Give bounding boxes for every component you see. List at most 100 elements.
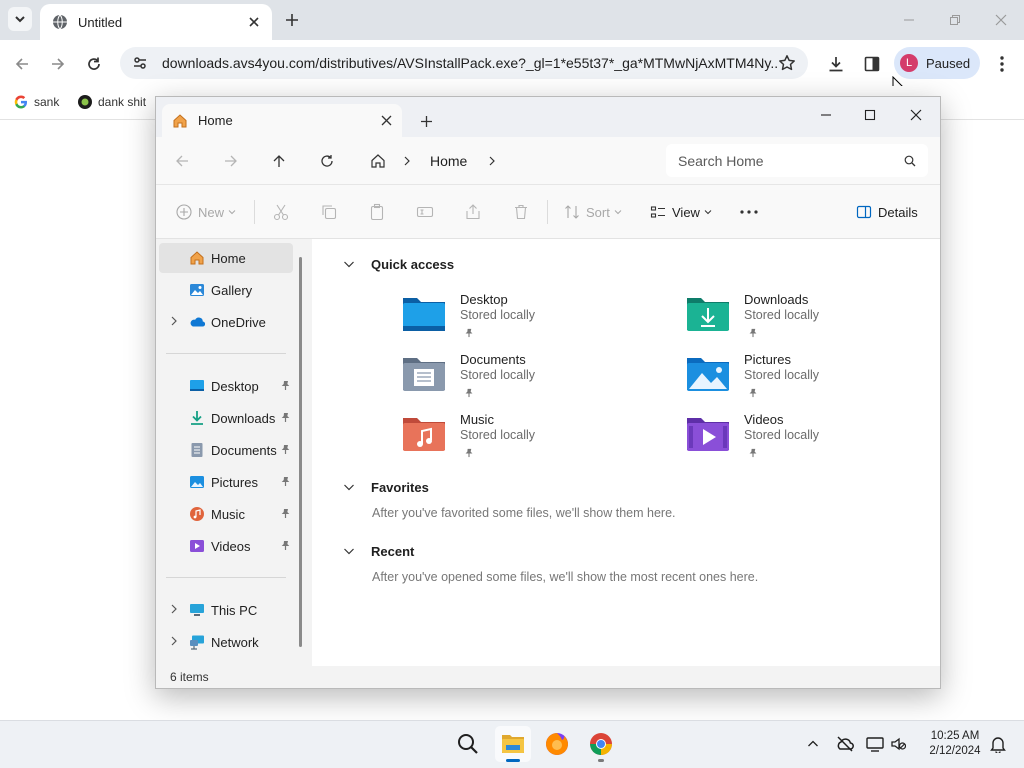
downloads-button[interactable] (822, 50, 850, 78)
section-title: Recent (371, 543, 415, 559)
command-bar: New Sort View Details (156, 185, 940, 239)
chevron-right-icon[interactable] (169, 316, 179, 326)
explorer-forward-button[interactable] (219, 149, 243, 173)
explorer-minimize-button[interactable] (804, 101, 848, 129)
sidebar-item-desktop[interactable]: Desktop (159, 371, 293, 401)
sidebar-scrollbar[interactable] (299, 257, 302, 647)
sidebar-item-downloads[interactable]: Downloads (159, 403, 293, 433)
taskbar-search-button[interactable] (450, 726, 486, 762)
arrow-left-icon (15, 58, 28, 70)
breadcrumb-item[interactable]: Home (430, 153, 467, 169)
item-name: Music (460, 412, 494, 427)
new-button[interactable]: New (176, 200, 236, 224)
paste-button[interactable] (368, 200, 386, 224)
favorites-header[interactable]: Favorites (343, 477, 429, 497)
more-options-button[interactable] (740, 200, 758, 224)
details-pane-button[interactable]: Details (856, 200, 918, 224)
quick-access-item-desktop[interactable]: Desktop Stored locally (402, 292, 662, 352)
rename-button[interactable] (416, 200, 434, 224)
clock-time: 10:25 AM (930, 730, 980, 742)
bookmark-label: sank (34, 95, 60, 109)
taskbar-chrome[interactable] (583, 726, 619, 762)
explorer-close-button[interactable] (894, 101, 938, 129)
browser-close-button[interactable] (986, 8, 1016, 32)
quick-access-item-pictures[interactable]: Pictures Stored locally (686, 352, 946, 412)
tray-overflow-button[interactable] (804, 735, 822, 753)
sidebar-item-gallery[interactable]: Gallery (159, 275, 293, 305)
profile-button[interactable]: L Paused (894, 47, 980, 79)
quick-access-item-music[interactable]: Music Stored locally (402, 412, 662, 472)
forward-button[interactable] (45, 51, 71, 77)
sort-label: Sort (586, 204, 610, 220)
recent-header[interactable]: Recent (343, 541, 414, 561)
sidebar-item-label: Videos (211, 538, 251, 554)
new-label: New (198, 204, 225, 220)
back-button[interactable] (9, 51, 35, 77)
documents-folder-icon (403, 358, 445, 391)
quick-access-header[interactable]: Quick access (343, 254, 454, 274)
quick-access-item-documents[interactable]: Documents Stored locally (402, 352, 662, 412)
copy-button[interactable] (320, 200, 338, 224)
item-status: Stored locally (460, 428, 536, 442)
close-tab-icon[interactable] (381, 115, 392, 126)
star-icon[interactable] (778, 54, 796, 72)
file-explorer-icon (502, 735, 524, 753)
desktop-icon (190, 380, 204, 391)
sidebar-item-this-pc[interactable]: This PC (159, 595, 293, 625)
browser-minimize-button[interactable] (894, 8, 924, 32)
view-button[interactable]: View (650, 200, 712, 224)
address-bar-url[interactable]: downloads.avs4you.com/distributives/AVSI… (162, 55, 778, 71)
notifications-button[interactable] (988, 734, 1008, 754)
new-tab-button[interactable] (280, 8, 304, 32)
bookmark-label: dank shit (98, 95, 147, 109)
browser-tab[interactable]: Untitled (40, 4, 272, 40)
quick-access-item-downloads[interactable]: Downloads Stored locally (686, 292, 946, 352)
sidebar-item-documents[interactable]: Documents (159, 435, 293, 465)
site-info-icon[interactable] (132, 55, 148, 71)
explorer-new-tab-button[interactable] (414, 109, 438, 133)
explorer-back-button[interactable] (170, 149, 194, 173)
chevron-right-icon (404, 156, 410, 166)
explorer-up-button[interactable] (267, 149, 291, 173)
address-bar[interactable]: downloads.avs4you.com/distributives/AVSI… (120, 47, 808, 79)
tab-search-button[interactable] (8, 7, 32, 31)
sidebar-item-network[interactable]: Network (159, 627, 293, 657)
browser-menu-button[interactable] (990, 50, 1014, 78)
pin-icon (281, 445, 290, 454)
chevron-right-icon[interactable] (169, 604, 179, 614)
item-status: Stored locally (460, 308, 536, 322)
explorer-maximize-button[interactable] (848, 101, 892, 129)
delete-button[interactable] (512, 200, 530, 224)
taskbar-firefox[interactable] (539, 726, 575, 762)
clock[interactable]: 10:25 AM 2/12/2024 (920, 729, 990, 759)
favorites-empty-message: After you've favorited some files, we'll… (372, 506, 676, 520)
breadcrumb[interactable]: Home (402, 149, 497, 173)
tray-onedrive-button[interactable] (834, 734, 856, 754)
breadcrumb-home-button[interactable] (366, 149, 390, 173)
bookmark-sank[interactable]: sank (14, 92, 59, 112)
share-button[interactable] (464, 200, 482, 224)
explorer-refresh-button[interactable] (315, 149, 339, 173)
cut-button[interactable] (272, 200, 290, 224)
chevron-right-icon[interactable] (169, 636, 179, 646)
sidebar-item-music[interactable]: Music (159, 499, 293, 529)
bookmark-dank-shit[interactable]: dank shit (78, 92, 146, 112)
explorer-tab[interactable]: Home (162, 104, 402, 137)
browser-restore-button[interactable] (940, 8, 970, 32)
search-input[interactable]: Search Home (666, 144, 928, 177)
pictures-folder-icon (687, 358, 729, 391)
close-tab-icon[interactable] (248, 16, 260, 28)
sort-button[interactable]: Sort (564, 200, 622, 224)
quick-access-item-videos[interactable]: Videos Stored locally (686, 412, 946, 472)
sidebar-item-pictures[interactable]: Pictures (159, 467, 293, 497)
tray-network-volume-button[interactable] (866, 734, 910, 754)
side-panel-button[interactable] (858, 50, 886, 78)
item-name: Downloads (744, 292, 809, 307)
sidebar-item-label: OneDrive (211, 314, 266, 330)
sidebar-item-home[interactable]: Home (159, 243, 293, 273)
trash-icon (515, 204, 527, 220)
reload-button[interactable] (81, 51, 107, 77)
sidebar-item-onedrive[interactable]: OneDrive (159, 307, 293, 337)
sidebar-item-videos[interactable]: Videos (159, 531, 293, 561)
taskbar-file-explorer[interactable] (495, 726, 531, 762)
